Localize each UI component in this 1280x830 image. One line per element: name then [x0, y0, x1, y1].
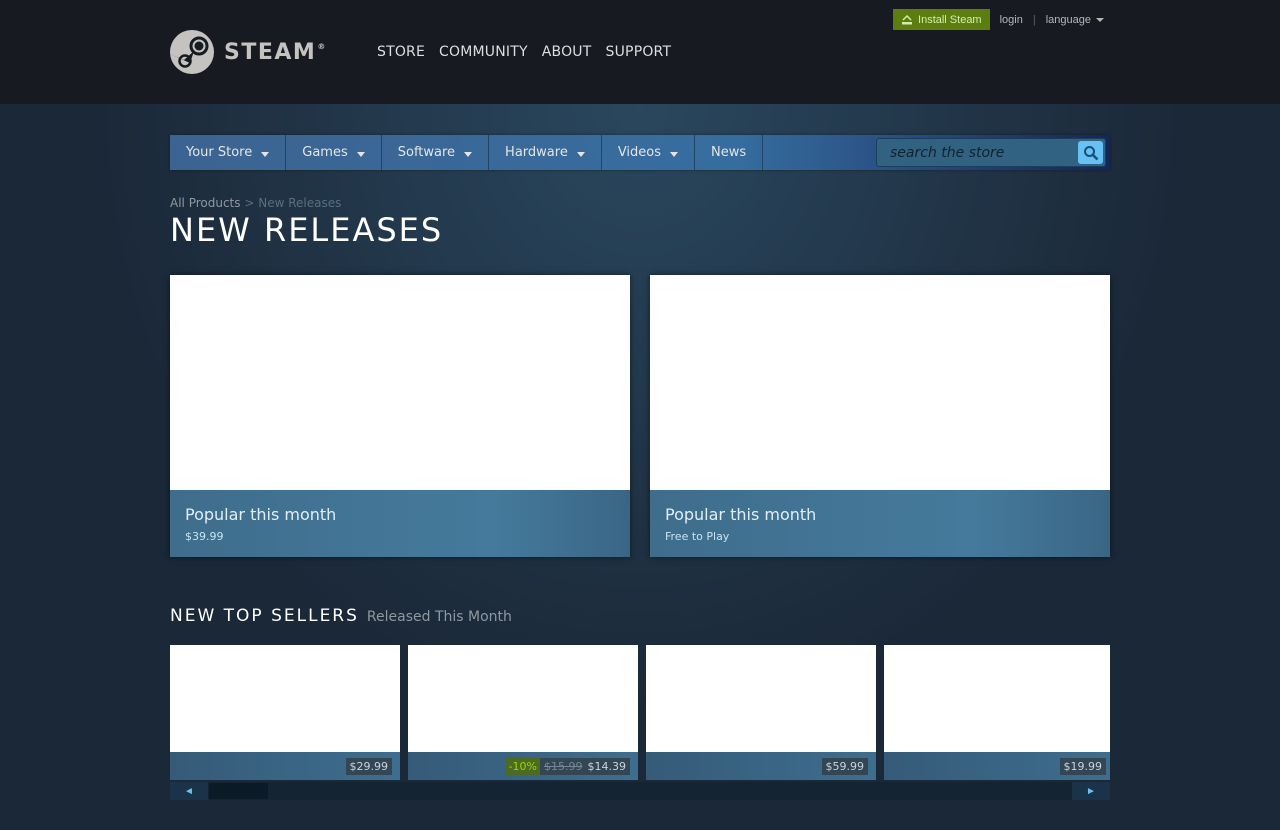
tab-label: News	[711, 145, 747, 160]
nav-community[interactable]: COMMUNITY	[439, 44, 528, 60]
featured-item[interactable]: Popular this month $39.99	[170, 275, 630, 557]
tab-videos[interactable]: Videos	[602, 135, 696, 170]
caret-down-icon	[576, 151, 585, 157]
game-capsule-image	[884, 645, 1110, 752]
install-steam-button[interactable]: Install Steam	[893, 9, 990, 30]
tab-hardware[interactable]: Hardware	[489, 135, 602, 170]
price-block: $29.99	[345, 758, 392, 775]
tab-label: Games	[302, 145, 348, 160]
carousel-scrollbar: ◄ ►	[170, 782, 1110, 800]
featured-item[interactable]: Popular this month Free to Play	[650, 275, 1110, 557]
final-price: $29.99	[349, 760, 389, 773]
search-input[interactable]	[877, 144, 1073, 161]
featured-price: Free to Play	[665, 530, 730, 543]
game-price-bar: $29.99	[170, 752, 400, 780]
nav-about[interactable]: ABOUT	[542, 44, 592, 60]
final-price: $19.99	[1063, 760, 1103, 773]
action-divider: |	[1032, 13, 1036, 26]
original-price: $15.99	[544, 760, 583, 773]
search-button[interactable]	[1078, 141, 1103, 164]
game-card[interactable]: -10% $15.99 $14.39	[408, 645, 638, 780]
game-price-bar: -10% $15.99 $14.39	[408, 752, 638, 780]
steam-wordmark: STEAM®	[224, 39, 327, 65]
nav-support[interactable]: SUPPORT	[606, 44, 672, 60]
search-box	[876, 138, 1106, 167]
final-price: $14.39	[587, 760, 627, 773]
tab-label: Videos	[617, 145, 662, 160]
steam-logo-icon	[170, 30, 214, 74]
search-icon	[1083, 145, 1098, 160]
arrow-right-icon: ►	[1086, 785, 1096, 797]
game-price-bar: $19.99	[884, 752, 1110, 780]
section-subtitle: Released This Month	[366, 609, 512, 625]
price-wrap: $59.99	[821, 758, 868, 775]
price-wrap: $29.99	[345, 758, 392, 775]
caret-down-icon	[670, 151, 679, 157]
download-icon	[902, 14, 913, 24]
language-dropdown[interactable]: language	[1046, 14, 1104, 26]
page-title: NEW RELEASES	[170, 211, 444, 249]
tab-news[interactable]: News	[695, 135, 764, 170]
login-link[interactable]: login	[1000, 14, 1023, 26]
section-title: NEW TOP SELLERS	[170, 606, 359, 626]
price-block: $19.99	[1059, 758, 1106, 775]
game-capsule-image	[170, 645, 400, 752]
featured-price: $39.99	[185, 530, 224, 543]
game-card[interactable]: $59.99	[646, 645, 876, 780]
final-price: $59.99	[825, 760, 865, 773]
price-block: $59.99	[821, 758, 868, 775]
featured-capsule-image	[170, 275, 630, 490]
tab-software[interactable]: Software	[382, 135, 490, 170]
price-block: -10% $15.99 $14.39	[505, 758, 630, 775]
tab-label: Your Store	[186, 145, 253, 160]
scroll-left-button[interactable]: ◄	[170, 782, 208, 800]
game-capsule-image	[646, 645, 876, 752]
game-capsule-image	[408, 645, 638, 752]
install-steam-label: Install Steam	[918, 13, 982, 26]
breadcrumb-current[interactable]: New Releases	[258, 196, 341, 210]
breadcrumb-root[interactable]: All Products	[170, 196, 241, 210]
featured-title: Popular this month	[185, 505, 337, 524]
tab-games[interactable]: Games	[286, 135, 382, 170]
discount-badge: -10%	[505, 758, 540, 775]
nav-store[interactable]: STORE	[377, 44, 425, 60]
featured-title: Popular this month	[665, 505, 817, 524]
game-price-bar: $59.99	[646, 752, 876, 780]
featured-capsule-image	[650, 275, 1110, 490]
price-wrap: $15.99 $14.39	[540, 758, 630, 775]
caret-down-icon	[464, 151, 473, 157]
scroll-thumb[interactable]	[209, 783, 268, 799]
main-nav: STORE COMMUNITY ABOUT SUPPORT	[377, 44, 671, 60]
breadcrumb: All Products > New Releases	[170, 196, 341, 210]
global-header: STEAM® STORE COMMUNITY ABOUT SUPPORT Ins…	[0, 0, 1280, 104]
game-card[interactable]: $29.99	[170, 645, 400, 780]
tab-label: Software	[397, 145, 456, 160]
caret-down-icon	[1096, 17, 1104, 22]
breadcrumb-separator: >	[244, 196, 255, 210]
featured-info: Popular this month Free to Play	[650, 490, 1110, 557]
price-wrap: $19.99	[1059, 758, 1106, 775]
language-label: language	[1045, 13, 1091, 26]
featured-info: Popular this month $39.99	[170, 490, 630, 557]
tab-your-store[interactable]: Your Store	[170, 135, 287, 170]
caret-down-icon	[261, 151, 270, 157]
game-card[interactable]: $19.99	[884, 645, 1110, 780]
store-nav-bar: Your Store Games Software Hardware Video…	[170, 135, 1110, 170]
tab-label: Hardware	[505, 145, 568, 160]
scroll-right-button[interactable]: ►	[1072, 782, 1110, 800]
top-sellers-carousel: $29.99 -10% $15.99 $14.39 $59.99 $19.99	[170, 645, 1110, 780]
steam-logo[interactable]: STEAM®	[170, 29, 327, 75]
arrow-left-icon: ◄	[184, 785, 194, 797]
top-sellers-header: NEW TOP SELLERS Released This Month	[170, 606, 512, 626]
caret-down-icon	[356, 151, 365, 157]
global-actions: Install Steam login | language	[893, 9, 1104, 30]
